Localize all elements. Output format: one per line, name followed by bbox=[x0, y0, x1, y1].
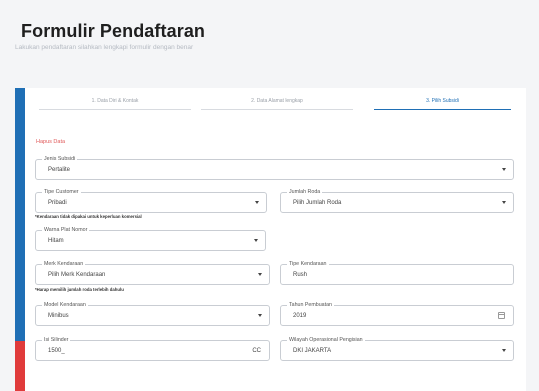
jumlah-roda-select[interactable]: Jumlah Roda Pilih Jumlah Roda bbox=[280, 189, 514, 213]
chevron-down-icon bbox=[502, 201, 506, 204]
chevron-down-icon bbox=[254, 239, 258, 242]
jumlah-roda-value: Pilih Jumlah Roda bbox=[293, 200, 342, 206]
calendar-icon[interactable] bbox=[498, 312, 505, 319]
accent-bar-blue bbox=[15, 88, 25, 341]
jumlah-roda-label: Jumlah Roda bbox=[287, 189, 323, 196]
merk-kendaraan-select[interactable]: Merk Kendaraan Pilih Merk Kendaraan bbox=[35, 261, 270, 285]
merk-kendaraan-value: Pilih Merk Kendaraan bbox=[48, 272, 106, 278]
step-tab-pilih-subsidi[interactable]: 3. Pilih Subsidi bbox=[374, 96, 511, 110]
note-merk: *Harap memilih jumlah roda terlebih dahu… bbox=[35, 287, 124, 292]
wilayah-label: Wilayah Operasional Pengisian bbox=[287, 337, 365, 344]
accent-bar-red bbox=[15, 341, 25, 391]
note-komersial: *Kendaraan tidak dipakai untuk keperluan… bbox=[35, 214, 142, 219]
wilayah-select[interactable]: Wilayah Operasional Pengisian DKI JAKART… bbox=[280, 337, 514, 361]
model-kendaraan-value: Minibus bbox=[48, 313, 69, 319]
page-title: Formulir Pendaftaran bbox=[21, 21, 206, 41]
wilayah-value: DKI JAKARTA bbox=[293, 348, 332, 354]
tipe-customer-label: Tipe Customer bbox=[42, 189, 81, 196]
model-kendaraan-select[interactable]: Model Kendaraan Minibus bbox=[35, 302, 270, 326]
warna-plat-label: Warna Plat Nomor bbox=[42, 227, 90, 234]
jenis-subsidi-select[interactable]: Jenis Subsidi Pertalite bbox=[35, 156, 514, 180]
chevron-down-icon bbox=[502, 168, 506, 171]
model-kendaraan-label: Model Kendaraan bbox=[42, 302, 88, 309]
page-subtitle: Lakukan pendaftaran silahkan lengkapi fo… bbox=[15, 44, 194, 51]
warna-plat-select[interactable]: Warna Plat Nomor Hitam bbox=[35, 227, 266, 251]
isi-silinder-value: 1500_ bbox=[48, 348, 65, 354]
cc-suffix: CC bbox=[252, 348, 261, 354]
form-card: 1. Data Diri & Kontak 2. Data Alamat len… bbox=[15, 88, 526, 391]
hapus-data-link[interactable]: Hapus Data bbox=[36, 139, 65, 145]
step-tab-data-alamat[interactable]: 2. Data Alamat lengkap bbox=[201, 96, 353, 110]
tipe-kendaraan-value: Rush bbox=[293, 272, 308, 278]
warna-plat-value: Hitam bbox=[48, 238, 64, 244]
tahun-pembuatan-value: 2019 bbox=[293, 313, 307, 319]
tipe-kendaraan-label: Tipe Kendaraan bbox=[287, 261, 329, 268]
tipe-kendaraan-input[interactable]: Tipe Kendaraan Rush bbox=[280, 261, 514, 285]
tipe-customer-select[interactable]: Tipe Customer Pribadi bbox=[35, 189, 267, 213]
tahun-pembuatan-input[interactable]: Tahun Pembuatan 2019 bbox=[280, 302, 514, 326]
tipe-customer-value: Pribadi bbox=[48, 200, 67, 206]
tahun-pembuatan-label: Tahun Pembuatan bbox=[287, 302, 334, 309]
step-tab-data-diri[interactable]: 1. Data Diri & Kontak bbox=[39, 96, 191, 110]
merk-kendaraan-label: Merk Kendaraan bbox=[42, 261, 86, 268]
step-tabs: 1. Data Diri & Kontak 2. Data Alamat len… bbox=[39, 96, 513, 112]
chevron-down-icon bbox=[258, 273, 262, 276]
isi-silinder-input[interactable]: Isi Silinder 1500_ CC bbox=[35, 337, 270, 361]
chevron-down-icon bbox=[502, 349, 506, 352]
jenis-subsidi-value: Pertalite bbox=[48, 167, 71, 173]
jenis-subsidi-label: Jenis Subsidi bbox=[42, 156, 78, 163]
isi-silinder-label: Isi Silinder bbox=[42, 337, 71, 344]
chevron-down-icon bbox=[255, 201, 259, 204]
chevron-down-icon bbox=[258, 314, 262, 317]
